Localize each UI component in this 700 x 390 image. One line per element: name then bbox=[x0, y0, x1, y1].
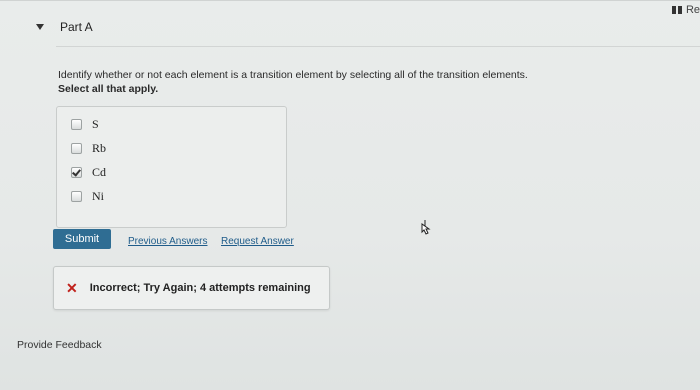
submit-button[interactable]: Submit bbox=[53, 229, 111, 249]
option-label: Cd bbox=[92, 165, 107, 179]
feedback-message: Incorrect; Try Again; 4 attempts remaini… bbox=[89, 282, 311, 294]
checkbox[interactable] bbox=[71, 119, 82, 130]
option-label: S bbox=[92, 117, 99, 131]
request-answer-link[interactable]: Request Answer bbox=[221, 236, 294, 247]
top-right-controls[interactable]: Re bbox=[671, 4, 700, 16]
question-instruction: Select all that apply. bbox=[58, 83, 159, 95]
option-label: Rb bbox=[92, 141, 107, 155]
option-ni[interactable]: Ni bbox=[71, 189, 104, 204]
options-group: S Rb Cd Ni bbox=[56, 106, 287, 228]
caret-down-icon[interactable] bbox=[36, 24, 44, 30]
cursor-icon bbox=[421, 220, 431, 235]
option-rb[interactable]: Rb bbox=[71, 141, 106, 156]
option-cd[interactable]: Cd bbox=[71, 165, 106, 180]
header-divider bbox=[56, 46, 700, 47]
checkbox[interactable] bbox=[71, 143, 82, 154]
x-icon: ✕ bbox=[66, 280, 78, 296]
provide-feedback-link[interactable]: Provide Feedback bbox=[17, 339, 102, 351]
feedback-box: ✕ Incorrect; Try Again; 4 attempts remai… bbox=[53, 266, 330, 310]
question-prompt: Identify whether or not each element is … bbox=[58, 69, 528, 81]
top-right-label[interactable]: Re bbox=[686, 4, 700, 16]
previous-answers-link[interactable]: Previous Answers bbox=[128, 236, 207, 247]
option-label: Ni bbox=[92, 189, 104, 203]
top-divider bbox=[0, 0, 700, 1]
bar-chart-icon bbox=[671, 6, 682, 14]
option-s[interactable]: S bbox=[71, 117, 99, 132]
checkbox[interactable] bbox=[71, 191, 82, 202]
part-header[interactable]: Part A bbox=[36, 20, 93, 34]
checkbox-checked[interactable] bbox=[71, 167, 82, 178]
part-title: Part A bbox=[60, 20, 93, 34]
